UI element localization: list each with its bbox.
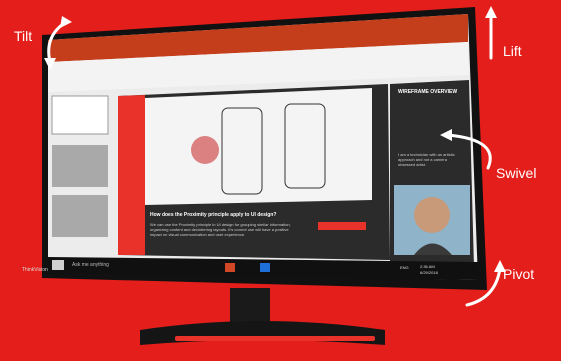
start-button[interactable] — [52, 260, 64, 270]
taskbar-time: 2:36 AM — [420, 264, 435, 269]
scene — [42, 6, 506, 345]
taskbar-date: 6/29/2018 — [420, 270, 438, 275]
monitor-stand — [140, 288, 385, 345]
monitor — [42, 7, 487, 290]
pivot-label: Pivot — [503, 266, 535, 282]
monitor-brand: ThinkVision — [22, 267, 48, 273]
slide-red-strip — [118, 95, 145, 255]
edge-taskbar-icon[interactable] — [260, 263, 270, 272]
powerpoint-taskbar-icon[interactable] — [225, 263, 235, 272]
slide-thumb-3[interactable] — [52, 195, 108, 237]
slide-panel-title: WIREFRAME OVERVIEW — [398, 89, 458, 95]
slide-question: How does the Proximity principle apply t… — [150, 212, 277, 218]
slide-thumb-2[interactable] — [52, 145, 108, 187]
sketch-image — [145, 88, 372, 205]
slide-body-text: We can use the Proximity principle in UI… — [150, 222, 291, 237]
lift-label: Lift — [503, 43, 522, 59]
stand-accent — [175, 336, 375, 341]
taskbar-search[interactable]: Ask me anything — [72, 262, 109, 268]
tilt-label: Tilt — [14, 28, 33, 44]
taskbar-language: ENG — [400, 265, 409, 270]
slide-button — [318, 222, 366, 230]
speaker-bio: I am a technician with an artistic appro… — [398, 152, 455, 167]
swivel-label: Swivel — [496, 165, 537, 181]
slide-thumb-1[interactable] — [51, 95, 109, 135]
